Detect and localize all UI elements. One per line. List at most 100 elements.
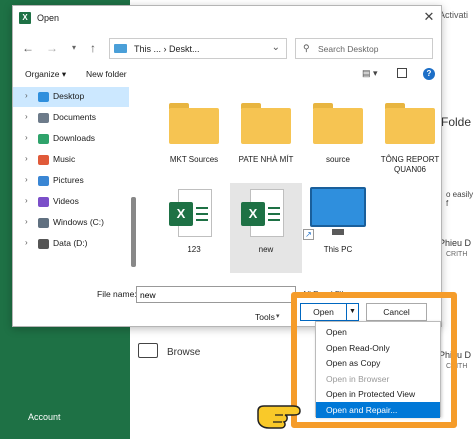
folder-item[interactable]: MKT Sources bbox=[158, 93, 230, 183]
menu-item-open-read-only[interactable]: Open Read-Only bbox=[316, 340, 440, 356]
dialog-toolbar: Organize ▾ New folder ▤ ▾ ? bbox=[13, 66, 441, 86]
chevron-down-icon[interactable]: ▾ bbox=[276, 312, 280, 320]
sidebar-item-label: Desktop bbox=[53, 91, 85, 101]
sidebar-item-label: Data (D:) bbox=[53, 238, 88, 248]
file-label: 123 bbox=[187, 245, 201, 254]
cancel-button[interactable]: Cancel bbox=[366, 303, 427, 321]
file-label: PATE NHÀ MÍT bbox=[238, 155, 294, 164]
file-label: TÔNG REPORT QUAN06 bbox=[380, 155, 440, 174]
preview-pane-icon[interactable] bbox=[397, 68, 407, 78]
forward-arrow-icon[interactable]: → bbox=[44, 39, 60, 57]
chevron-down-icon[interactable]: ⌄ bbox=[272, 42, 280, 53]
dialog-title: Open bbox=[37, 13, 60, 23]
sidebar-item-label: Music bbox=[53, 154, 76, 164]
open-options-menu: Open Open Read-Only Open as Copy Open in Br… bbox=[315, 321, 441, 418]
address-path-field[interactable]: This ... › Deskt... ⌄ bbox=[109, 38, 287, 59]
sidebar-item-label: Videos bbox=[53, 196, 79, 206]
recent-file-path: CRITH bbox=[446, 251, 468, 258]
recent-locations-chevron-icon[interactable]: ▾ bbox=[66, 39, 82, 57]
menu-item-open-in-browser: Open in Browser bbox=[326, 373, 390, 384]
back-arrow-icon[interactable]: ← bbox=[20, 39, 36, 57]
up-arrow-icon[interactable]: ↑ bbox=[85, 39, 101, 57]
recent-file-title[interactable]: Phieu D bbox=[439, 238, 471, 248]
sidebar-item-label: Downloads bbox=[53, 133, 96, 143]
location-icon bbox=[38, 134, 49, 144]
menu-item-open[interactable]: Open bbox=[316, 324, 440, 340]
tools-button[interactable]: Tools bbox=[255, 312, 275, 322]
location-icon bbox=[38, 92, 49, 102]
hint-text: o easily f bbox=[446, 190, 474, 208]
file-label: MKT Sources bbox=[169, 155, 219, 164]
expand-chevron-icon[interactable]: › bbox=[25, 133, 28, 142]
sidebar-item-documents[interactable]: › Documents bbox=[13, 108, 129, 128]
excel-app-icon: X bbox=[19, 12, 31, 24]
this-pc-item[interactable]: ↗ This PC bbox=[302, 183, 374, 273]
account-link[interactable]: Account bbox=[28, 412, 61, 422]
search-input[interactable] bbox=[318, 40, 428, 57]
help-icon[interactable]: ? bbox=[423, 68, 435, 80]
monitor-icon bbox=[310, 187, 366, 227]
sidebar-item-label: Pictures bbox=[53, 175, 84, 185]
sidebar-item-windows-c[interactable]: › Windows (C:) bbox=[13, 213, 129, 233]
file-label: new bbox=[258, 245, 274, 254]
excel-file-icon: X bbox=[241, 189, 284, 237]
nav-scrollbar[interactable] bbox=[130, 87, 137, 270]
address-path-text: This ... › Deskt... bbox=[134, 44, 200, 54]
expand-chevron-icon[interactable]: › bbox=[25, 154, 28, 163]
excel-file-item[interactable]: X 123 bbox=[158, 183, 230, 273]
expand-chevron-icon[interactable]: › bbox=[25, 175, 28, 184]
browse-button[interactable]: Browse bbox=[167, 347, 200, 358]
expand-chevron-icon[interactable]: › bbox=[25, 112, 28, 121]
folder-icon bbox=[241, 103, 291, 144]
view-options-icon[interactable]: ▤ ▾ bbox=[362, 68, 378, 79]
sidebar-item-downloads[interactable]: › Downloads bbox=[13, 129, 129, 149]
folder-icon bbox=[169, 103, 219, 144]
sidebar-item-label: Documents bbox=[53, 112, 96, 122]
sidebar-item-desktop[interactable]: › Desktop bbox=[13, 87, 129, 107]
monitor-stand bbox=[332, 229, 344, 235]
expand-chevron-icon[interactable]: › bbox=[25, 196, 28, 205]
location-icon bbox=[38, 239, 49, 249]
close-icon[interactable]: ✕ bbox=[422, 10, 436, 24]
location-icon bbox=[38, 197, 49, 207]
open-file-dialog: X Open ✕ ← → ▾ ↑ This ... › Deskt... ⌄ ⚲… bbox=[12, 5, 442, 327]
sidebar-item-music[interactable]: › Music bbox=[13, 150, 129, 170]
address-bar-row: ← → ▾ ↑ This ... › Deskt... ⌄ ⚲ bbox=[13, 34, 441, 64]
location-icon bbox=[38, 218, 49, 228]
menu-item-open-and-repair[interactable]: Open and Repair... bbox=[316, 402, 440, 418]
folder-icon bbox=[313, 103, 363, 144]
desktop-location-icon bbox=[114, 44, 127, 53]
folder-item[interactable]: PATE NHÀ MÍT bbox=[230, 93, 302, 183]
file-name-label: File name: bbox=[97, 289, 137, 299]
organize-button[interactable]: Organize ▾ bbox=[25, 69, 66, 80]
open-button[interactable]: Open bbox=[300, 303, 347, 321]
search-box[interactable]: ⚲ bbox=[295, 38, 433, 59]
file-label: source bbox=[325, 155, 350, 164]
file-name-input[interactable] bbox=[136, 286, 296, 303]
scrollbar-thumb[interactable] bbox=[131, 197, 136, 267]
expand-chevron-icon[interactable]: › bbox=[25, 91, 28, 100]
file-list: MKT Sources PATE NHÀ MÍT source TÔNG REPORT… bbox=[140, 87, 440, 273]
folder-item[interactable]: TÔNG REPORT QUAN06 bbox=[374, 93, 446, 183]
location-icon bbox=[38, 176, 49, 186]
new-folder-button[interactable]: New folder bbox=[86, 69, 127, 79]
shortcut-arrow-icon: ↗ bbox=[303, 229, 314, 240]
sidebar-item-label: Windows (C:) bbox=[53, 217, 105, 227]
folder-item[interactable]: source bbox=[302, 93, 374, 183]
menu-item-open-as-copy[interactable]: Open as Copy bbox=[316, 355, 440, 371]
sidebar-item-pictures[interactable]: › Pictures bbox=[13, 171, 129, 191]
navigation-pane: › Desktop › Documents › Downloads › Music › Pictu… bbox=[13, 87, 138, 270]
search-icon: ⚲ bbox=[303, 43, 310, 53]
sidebar-item-videos[interactable]: › Videos bbox=[13, 192, 129, 212]
location-icon bbox=[38, 113, 49, 123]
sidebar-item-data-d[interactable]: › Data (D:) bbox=[13, 234, 129, 254]
excel-file-item[interactable]: Xnew bbox=[230, 183, 302, 273]
file-label: This PC bbox=[323, 245, 353, 254]
open-options-dropdown-icon[interactable]: ▼ bbox=[347, 303, 359, 321]
browse-folder-icon[interactable] bbox=[138, 343, 158, 358]
dialog-titlebar: X Open ✕ bbox=[13, 6, 441, 30]
expand-chevron-icon[interactable]: › bbox=[25, 238, 28, 247]
menu-item-open-in-protected-view[interactable]: Open in Protected View bbox=[316, 386, 440, 402]
activate-windows-text: Activati bbox=[439, 10, 469, 20]
expand-chevron-icon[interactable]: › bbox=[25, 217, 28, 226]
